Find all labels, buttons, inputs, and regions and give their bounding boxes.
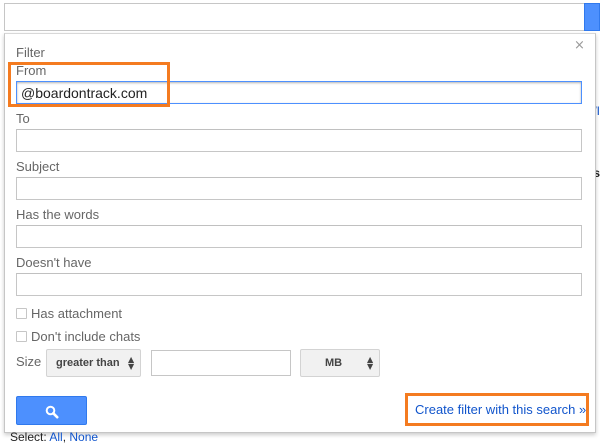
size-unit-value: MB [325,357,343,369]
from-label: From [16,63,47,78]
create-filter-link[interactable]: Create filter with this search » [415,402,586,417]
dont-include-chats-label: Don't include chats [31,328,141,344]
to-field[interactable] [16,129,582,152]
subject-label: Subject [16,159,60,174]
size-label: Size [16,354,42,369]
top-bar [0,0,600,34]
dont-include-chats-option[interactable]: Don't include chats [16,328,140,344]
has-words-field[interactable] [16,225,582,248]
select-all-link[interactable]: All [49,430,62,444]
close-icon[interactable]: × [574,38,585,53]
select-row: Select: All, None [10,430,99,444]
doesnt-have-label: Doesn't have [16,255,92,270]
select-none-link[interactable]: None [69,430,98,444]
to-label: To [16,111,30,126]
gmail-search-input[interactable] [4,3,584,31]
has-attachment-checkbox[interactable] [16,307,27,319]
from-field-value: @boardontrack.com [21,85,148,101]
from-field[interactable]: @boardontrack.com [16,81,582,104]
size-comparator-value: greater than [56,357,120,369]
size-unit-select[interactable]: MB ▲ ▼ [300,349,380,377]
has-attachment-label: Has attachment [31,305,123,321]
size-comparator-select[interactable]: greater than ▲ ▼ [46,349,141,377]
filter-title: Filter [16,45,45,60]
select-arrows-icon: ▲ ▼ [367,355,374,371]
dont-include-chats-checkbox[interactable] [16,330,27,342]
select-prefix: Select: [10,430,47,444]
size-value-input[interactable] [151,350,291,376]
search-button[interactable] [16,396,87,425]
gmail-search-button[interactable] [584,3,600,31]
doesnt-have-field[interactable] [16,273,582,296]
has-attachment-option[interactable]: Has attachment [16,305,122,321]
has-words-label: Has the words [16,207,100,222]
subject-field[interactable] [16,177,582,200]
search-icon [45,405,59,419]
select-arrows-icon: ▲ ▼ [128,355,135,371]
